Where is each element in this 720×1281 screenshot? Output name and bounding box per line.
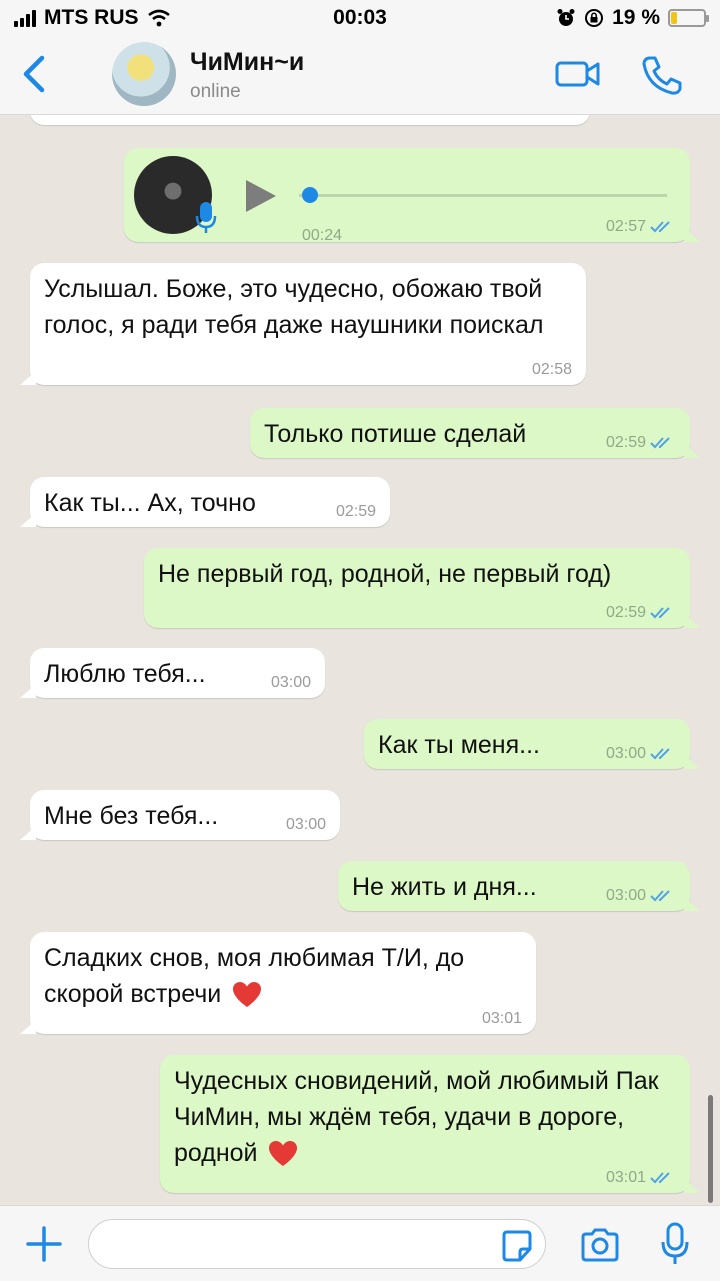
voice-message-bubble[interactable]: 00:24 02:57 [124,148,700,244]
message-time: 02:59 [335,503,376,520]
read-ticks-icon [650,748,670,760]
message-time: 02:57 [606,218,676,236]
read-ticks-icon [650,221,670,233]
message-time: 03:00 [606,745,676,763]
message-time: 03:00 [285,816,326,833]
avatar[interactable] [112,42,176,106]
message-text: Не первый год, родной, не первый год) [158,560,612,588]
message-bubble-outgoing[interactable]: Не первый год, родной, не первый год) 02… [144,548,700,628]
message-time: 02:58 [531,361,572,378]
message-input-bar [0,1205,720,1281]
voice-progress-handle[interactable] [302,187,318,203]
heart-icon [269,1141,298,1167]
message-bubble-outgoing[interactable]: Не жить и дня... 03:00 [338,861,700,911]
message-bubble-incoming[interactable]: Услышал. Боже, это чудесно, обожаю твой … [20,263,586,385]
video-call-icon[interactable] [554,56,602,92]
play-icon[interactable] [244,178,278,214]
read-ticks-icon [650,1172,670,1184]
heart-icon [233,982,262,1008]
plus-icon[interactable] [24,1224,64,1264]
message-time: 02:59 [606,604,676,622]
contact-status: online [190,81,241,102]
message-text: Как ты меня... [378,731,540,759]
status-bar: MTS RUS 00:03 19 % [0,0,720,36]
alarm-icon [557,9,575,26]
message-time: 03:00 [606,887,676,905]
message-text: Чудесных сновидений, мой любимый Пак ЧиМ… [174,1067,659,1167]
chat-scrollbar[interactable] [708,1095,713,1203]
message-bubble-outgoing[interactable]: Чудесных сновидений, мой любимый Пак ЧиМ… [160,1055,700,1193]
message-bubble-outgoing[interactable]: Как ты меня... 03:00 [364,719,700,769]
message-text: Услышал. Боже, это чудесно, обожаю твой … [44,275,544,339]
message-time: 02:59 [606,434,676,452]
camera-icon[interactable] [580,1227,620,1263]
message-text: Как ты... Ах, точно [44,489,256,517]
message-list[interactable]: 00:24 02:57 Услышал. Боже, это чудесно, … [0,115,720,1205]
message-time: 03:00 [270,674,311,691]
message-bubble-incoming[interactable]: Мне без тебя... 03:00 [20,790,340,840]
battery-icon [668,9,709,27]
battery-percent: 19 % [612,6,660,29]
message-text: Мне без тебя... [44,802,219,830]
read-ticks-icon [650,890,670,902]
message-time: 03:01 [481,1010,522,1027]
phone-call-icon[interactable] [640,54,684,96]
message-bubble-partial [30,115,590,125]
message-input[interactable] [88,1219,546,1269]
message-text: Только потише сделай [264,420,527,448]
message-time: 03:01 [606,1169,676,1187]
clock: 00:03 [333,6,387,29]
voice-duration: 00:24 [302,227,343,244]
read-ticks-icon [650,607,670,619]
message-text: Не жить и дня... [352,873,537,901]
microphone-icon [195,202,217,233]
back-chevron-icon[interactable] [18,52,58,96]
message-bubble-incoming[interactable]: Люблю тебя... 03:00 [20,648,325,698]
message-text: Люблю тебя... [44,660,206,688]
message-bubble-incoming[interactable]: Сладких снов, моя любимая Т/И, до скорой… [20,932,536,1034]
contact-name[interactable]: ЧиМин~и [190,48,304,77]
read-ticks-icon [650,437,670,449]
message-bubble-outgoing[interactable]: Только потише сделай 02:59 [250,408,700,458]
microphone-icon[interactable] [660,1222,690,1266]
voice-progress-track[interactable] [299,194,667,197]
orientation-lock-icon [585,9,604,27]
sticker-icon[interactable] [500,1229,534,1263]
chat-header: ЧиМин~и online [0,36,720,115]
message-bubble-incoming[interactable]: Как ты... Ах, точно 02:59 [20,477,390,527]
